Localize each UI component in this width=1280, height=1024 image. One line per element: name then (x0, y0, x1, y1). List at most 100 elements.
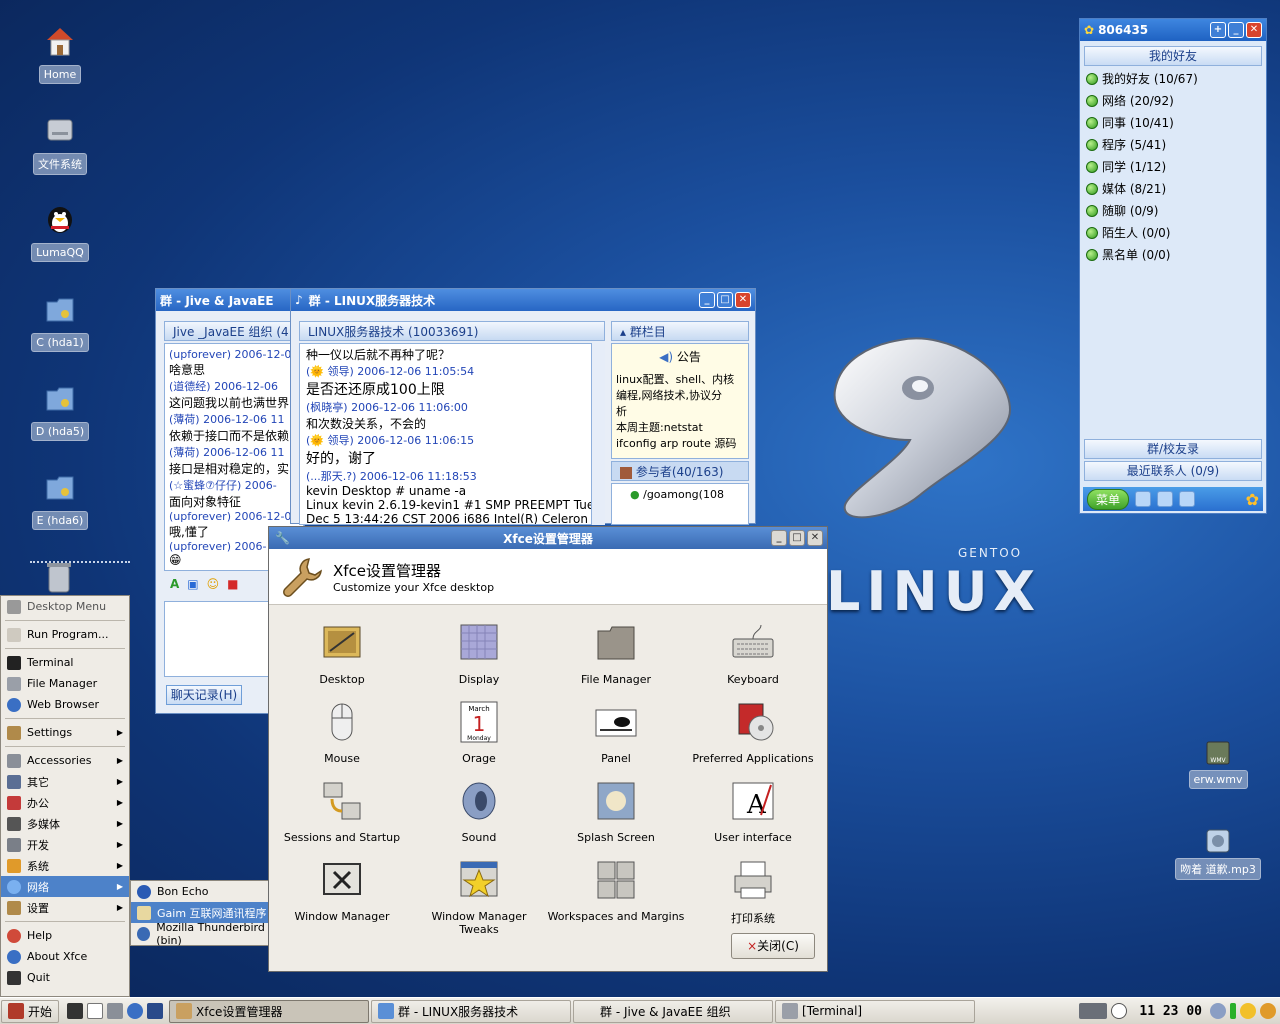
close-button[interactable]: ✕ (735, 292, 751, 308)
menu-accessories[interactable]: Accessories ▶ (1, 750, 129, 771)
settings-orage[interactable]: March 1 Monday Orage (410, 700, 548, 765)
settings-mouse[interactable]: Mouse (273, 700, 411, 765)
status-flower-icon[interactable]: ✿ (1246, 490, 1259, 509)
qq-menu-button[interactable]: 菜单 (1087, 488, 1130, 510)
desktop-icon-label: C (hda1) (31, 333, 89, 352)
menu-web-browser[interactable]: Web Browser (1, 694, 129, 715)
settings-sessions[interactable]: Sessions and Startup (273, 779, 411, 844)
settings-wm-tweaks[interactable]: Window Manager Tweaks (410, 858, 548, 936)
minimize-button[interactable]: _ (699, 292, 715, 308)
task-xfce-settings[interactable]: Xfce设置管理器 (169, 999, 370, 1023)
desktop-icon-hda6[interactable]: E (hda6) (25, 470, 95, 530)
settings-printing[interactable]: 打印系统 (684, 858, 822, 926)
settings-keyboard[interactable]: Keyboard (684, 621, 822, 686)
group-item[interactable]: 陌生人 (0/0) (1086, 222, 1260, 244)
insert-image-icon[interactable]: ▣ (187, 577, 198, 597)
members-header[interactable]: 参与者(40/163) (611, 461, 749, 481)
close-dialog-button[interactable]: ×关闭(C) (731, 933, 815, 959)
editor-launcher-icon[interactable] (87, 1003, 104, 1019)
submenu-bon-echo[interactable]: Bon Echo (131, 881, 286, 902)
settings-user-interface[interactable]: A User interface (684, 779, 822, 844)
menu-terminal[interactable]: Terminal (1, 652, 129, 673)
chat-titlebar[interactable]: 群 - Jive & JavaEE (156, 289, 304, 311)
group-item[interactable]: 同事 (10/41) (1086, 112, 1260, 134)
close-button[interactable]: ✕ (807, 530, 823, 546)
chat-history-button[interactable]: 聊天记录(H) (166, 685, 242, 705)
settings-sound[interactable]: Sound (410, 779, 548, 844)
menu-system[interactable]: 系统 ▶ (1, 855, 129, 876)
message-sender: (☆蜜蜂⑦仔仔) 2006- (169, 479, 277, 492)
settings-file-manager[interactable]: File Manager (547, 621, 685, 686)
desktop-icon-hda5[interactable]: D (hda5) (25, 381, 95, 441)
desktop-icon-lumaqq[interactable]: LumaQQ (25, 202, 95, 262)
settings-window-manager[interactable]: Window Manager (273, 858, 411, 923)
settings-display[interactable]: Display (410, 621, 548, 686)
search-icon[interactable] (1157, 491, 1174, 507)
trash-icon[interactable] (44, 560, 74, 594)
mixer-icon[interactable] (1210, 1003, 1226, 1019)
group-item[interactable]: 黑名单 (0/0) (1086, 244, 1260, 266)
user-icon[interactable] (1260, 1003, 1276, 1019)
menu-help[interactable]: Help (1, 925, 129, 946)
settings-panel[interactable]: Panel (547, 700, 685, 765)
minimize-button[interactable]: _ (1228, 22, 1244, 38)
menu-network[interactable]: 网络 ▶ (1, 876, 129, 897)
task-jive-chat[interactable]: 群 - Jive & JavaEE 组织 (573, 999, 774, 1023)
menu-development[interactable]: 开发 ▶ (1, 834, 129, 855)
menu-run-program[interactable]: Run Program... (1, 624, 129, 645)
menu-other[interactable]: 其它 ▶ (1, 771, 129, 792)
menu-multimedia[interactable]: 多媒体 ▶ (1, 813, 129, 834)
desktop-icon-filesystem[interactable]: 文件系统 (25, 112, 95, 175)
member-item[interactable]: /goamong(108 (643, 488, 724, 501)
close-button[interactable]: ✕ (1246, 22, 1262, 38)
task-linux-chat[interactable]: 群 - LINUX服务器技术 (371, 999, 572, 1023)
workspace-switcher-icon[interactable] (1079, 1003, 1108, 1019)
minimize-button[interactable]: _ (771, 530, 787, 546)
notice-line: 本周主题:netstat (616, 421, 703, 434)
group-item[interactable]: 网络 (20/92) (1086, 90, 1260, 112)
desktop-file-wmv[interactable]: WMV erw.wmv (1188, 740, 1248, 789)
add-icon[interactable]: + (1210, 22, 1226, 38)
terminal-launcher-icon[interactable] (67, 1003, 84, 1019)
qq-titlebar[interactable]: ✿ 806435 + _ ✕ (1080, 19, 1266, 41)
qq-tray-icon[interactable] (1240, 1003, 1256, 1019)
menu-settings[interactable]: Settings ▶ (1, 722, 129, 743)
group-item[interactable]: 随聊 (0/9) (1086, 200, 1260, 222)
chat-titlebar[interactable]: ♪ 群 - LINUX服务器技术 _ □ ✕ (291, 289, 755, 311)
file-manager-launcher-icon[interactable] (107, 1003, 124, 1019)
desktop-icon-hda1[interactable]: C (hda1) (25, 292, 95, 352)
submenu-thunderbird[interactable]: Mozilla Thunderbird (bin) (131, 921, 286, 947)
group-item[interactable]: 媒体 (8/21) (1086, 178, 1260, 200)
task-terminal[interactable]: [Terminal] (775, 999, 976, 1023)
emoticon-icon[interactable]: ☺ (207, 577, 220, 597)
collapse-arrow-icon[interactable]: ▴ (620, 325, 626, 339)
settings-workspaces[interactable]: Workspaces and Margins (547, 858, 685, 923)
desktop-file-mp3[interactable]: 吻着 道歉.mp3 (1170, 828, 1266, 880)
desktop-icon-home[interactable]: Home (25, 24, 95, 84)
maximize-button[interactable]: □ (717, 292, 733, 308)
message-icon[interactable] (1179, 491, 1196, 507)
school-friends-tab[interactable]: 群/校友录 (1084, 439, 1262, 459)
menu-quit[interactable]: Quit (1, 967, 129, 988)
group-item[interactable]: 我的好友 (10/67) (1086, 68, 1260, 90)
font-icon[interactable]: A (170, 577, 179, 597)
menu-file-manager[interactable]: File Manager (1, 673, 129, 694)
menu-office[interactable]: 办公 ▶ (1, 792, 129, 813)
stop-icon[interactable]: ■ (227, 577, 238, 597)
group-item[interactable]: 程序 (5/41) (1086, 134, 1260, 156)
recent-contacts-tab[interactable]: 最近联系人 (0/9) (1084, 461, 1262, 481)
menu-config[interactable]: 设置 ▶ (1, 897, 129, 918)
display-launcher-icon[interactable] (147, 1003, 164, 1019)
xfce-titlebar[interactable]: 🔧 Xfce设置管理器 _ □ ✕ (269, 527, 827, 549)
settings-preferred-apps[interactable]: Preferred Applications (684, 700, 822, 765)
settings-desktop[interactable]: Desktop (273, 621, 411, 686)
chat-scrollbar[interactable] (591, 343, 605, 525)
settings-splash[interactable]: Splash Screen (547, 779, 685, 844)
sound-icon[interactable] (1135, 491, 1152, 507)
start-button[interactable]: 开始 (1, 999, 60, 1023)
maximize-button[interactable]: □ (789, 530, 805, 546)
my-friends-tab[interactable]: 我的好友 (1084, 46, 1262, 66)
group-item[interactable]: 同学 (1/12) (1086, 156, 1260, 178)
menu-about[interactable]: About Xfce (1, 946, 129, 967)
browser-launcher-icon[interactable] (127, 1003, 144, 1019)
